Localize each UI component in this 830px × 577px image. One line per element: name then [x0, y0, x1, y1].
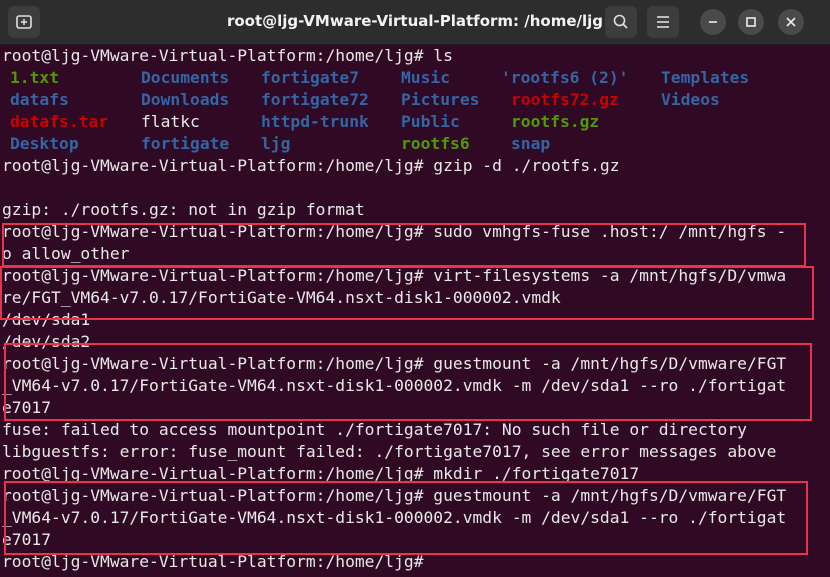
- ls-entry: fortigate72: [261, 90, 369, 109]
- menu-button[interactable]: [647, 6, 679, 38]
- terminal-line: /dev/sda2: [2, 332, 91, 351]
- ls-entry: datafs: [10, 90, 69, 109]
- maximize-icon: [746, 17, 756, 27]
- ls-entry: Public: [401, 112, 460, 131]
- maximize-button[interactable]: [738, 9, 764, 35]
- ls-entry: flatkc: [141, 112, 200, 131]
- terminal-line: root@ljg-VMware-Virtual-Platform:/home/l…: [2, 222, 787, 241]
- terminal-line: _VM64-v7.0.17/FortiGate-VM64.nsxt-disk1-…: [2, 508, 787, 527]
- ls-entry: Documents: [141, 68, 230, 87]
- ls-entry: rootfs.gz: [511, 112, 600, 131]
- terminal-line: root@ljg-VMware-Virtual-Platform:/home/l…: [2, 156, 620, 175]
- terminal-line: root@ljg-VMware-Virtual-Platform:/home/l…: [2, 266, 787, 285]
- terminal-line: root@ljg-VMware-Virtual-Platform:/home/l…: [2, 46, 453, 65]
- ls-entry: Pictures: [401, 90, 480, 109]
- terminal-line: root@ljg-VMware-Virtual-Platform:/home/l…: [2, 486, 787, 505]
- ls-entry: Desktop: [10, 134, 79, 153]
- terminal-line: /dev/sda1: [2, 310, 91, 329]
- ls-entry: Videos: [661, 90, 720, 109]
- close-icon: [786, 17, 796, 27]
- search-button[interactable]: [605, 6, 637, 38]
- search-icon: [613, 14, 628, 29]
- ls-entry: rootfs72.gz: [511, 90, 619, 109]
- ls-entry: 'rootfs6 (2)': [501, 68, 629, 87]
- ls-entry: httpd-trunk: [261, 112, 369, 131]
- minimize-button[interactable]: [700, 9, 726, 35]
- terminal-prompt-line: root@ljg-VMware-Virtual-Platform:/home/l…: [2, 552, 434, 571]
- terminal-line: gzip: ./rootfs.gz: not in gzip format: [2, 200, 365, 219]
- title-bar: root@ljg-VMware-Virtual-Platform: /home/…: [0, 0, 830, 45]
- ls-entry: fortigate: [141, 134, 230, 153]
- ls-entry: fortigate7: [261, 68, 360, 87]
- terminal-line: e7017: [2, 530, 52, 549]
- ls-entry: ljg: [261, 134, 291, 153]
- terminal-output[interactable]: root@ljg-VMware-Virtual-Platform:/home/l…: [0, 45, 830, 577]
- terminal-line: re/FGT_VM64-v7.0.17/FortiGate-VM64.nsxt-…: [2, 288, 561, 307]
- terminal-line: _VM64-v7.0.17/FortiGate-VM64.nsxt-disk1-…: [2, 376, 787, 395]
- ls-entry: Downloads: [141, 90, 230, 109]
- terminal-line: root@ljg-VMware-Virtual-Platform:/home/l…: [2, 354, 787, 373]
- terminal-line: o allow_other: [2, 244, 130, 263]
- terminal-line: fuse: failed to access mountpoint ./fort…: [2, 420, 747, 439]
- ls-entry: Music: [401, 68, 451, 87]
- ls-entry: datafs.tar: [10, 112, 109, 131]
- terminal-line: root@ljg-VMware-Virtual-Platform:/home/l…: [2, 464, 640, 483]
- hamburger-menu-icon: [657, 16, 669, 28]
- ls-entry: snap: [511, 134, 551, 153]
- terminal-line: libguestfs: error: fuse_mount failed: ./…: [2, 442, 777, 461]
- ls-entry: 1.txt: [10, 68, 60, 87]
- close-button[interactable]: [778, 9, 804, 35]
- ls-entry: Templates: [661, 68, 750, 87]
- ls-entry: rootfs6: [401, 134, 470, 153]
- terminal-line: e7017: [2, 398, 52, 417]
- minimize-icon: [709, 21, 717, 23]
